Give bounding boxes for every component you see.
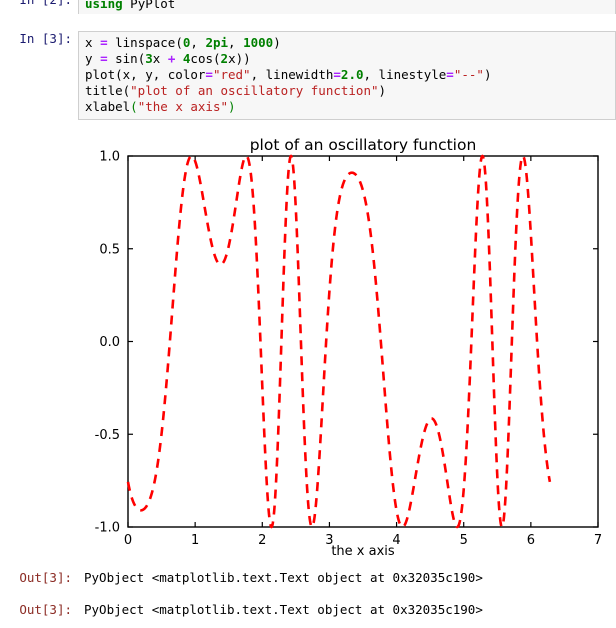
- y-tick-label: -1.0: [95, 521, 120, 536]
- notebook-cell-in-2[interactable]: In [2]: using PyPlot: [0, 0, 616, 14]
- code-editor-in-2[interactable]: using PyPlot: [78, 0, 616, 14]
- cell-prompt-out-2: Out[3]:: [19, 602, 72, 617]
- x-tick-label: 0: [124, 533, 132, 548]
- code-token-plain: PyPlot: [122, 0, 176, 11]
- output-text-1: PyObject <matplotlib.text.Text object at…: [84, 570, 483, 585]
- y-tick-label: 1.0: [99, 150, 120, 165]
- cell-prompt-in-2: In [2]:: [0, 0, 78, 8]
- cell-prompt-out-1: Out[3]:: [19, 570, 72, 585]
- x-tick-label: 5: [460, 533, 468, 548]
- code-token-keyword: using: [85, 0, 123, 11]
- y-tick-label: 0.0: [99, 335, 120, 350]
- cell-prompt-in-3: In [3]:: [19, 31, 72, 46]
- y-tick-label: -0.5: [95, 428, 120, 443]
- chart-xlabel: the x axis: [331, 544, 395, 559]
- x-tick-label: 2: [258, 533, 266, 548]
- notebook-cell-in-3[interactable]: In [3]: x = linspace(0, 2pi, 1000) y = s…: [0, 31, 616, 120]
- output-text-2: PyObject <matplotlib.text.Text object at…: [84, 602, 483, 617]
- notebook-output-2: Out[3]: PyObject <matplotlib.text.Text o…: [0, 602, 616, 618]
- code-line-3: plot(x, y, color="red", linewidth=2.0, l…: [85, 67, 492, 82]
- matplotlib-figure: 01234567 -1.0-0.50.00.51.0 plot of an os…: [95, 136, 603, 559]
- x-tick-label: 6: [527, 533, 535, 548]
- code-line-1: x = linspace(0, 2pi, 1000): [85, 35, 281, 50]
- y-tick-label: 0.5: [99, 242, 120, 257]
- x-tick-label: 1: [191, 533, 199, 548]
- chart-title: plot of an oscillatory function: [250, 136, 477, 154]
- code-line-5: xlabel("the x axis"): [85, 99, 236, 114]
- notebook-output-1: Out[3]: PyObject <matplotlib.text.Text o…: [0, 570, 616, 586]
- code-line-2: y = sin(3x + 4cos(2x)): [85, 51, 251, 66]
- code-line-4: title("plot of an oscillatory function"): [85, 83, 387, 98]
- axes-frame: [127, 155, 599, 528]
- code-editor-in-3[interactable]: x = linspace(0, 2pi, 1000) y = sin(3x + …: [78, 31, 616, 120]
- x-tick-label: 7: [594, 533, 602, 548]
- plot-output-figure: 01234567 -1.0 -0.5 0.0 0.5 1.0 plot of an os…: [0, 136, 616, 561]
